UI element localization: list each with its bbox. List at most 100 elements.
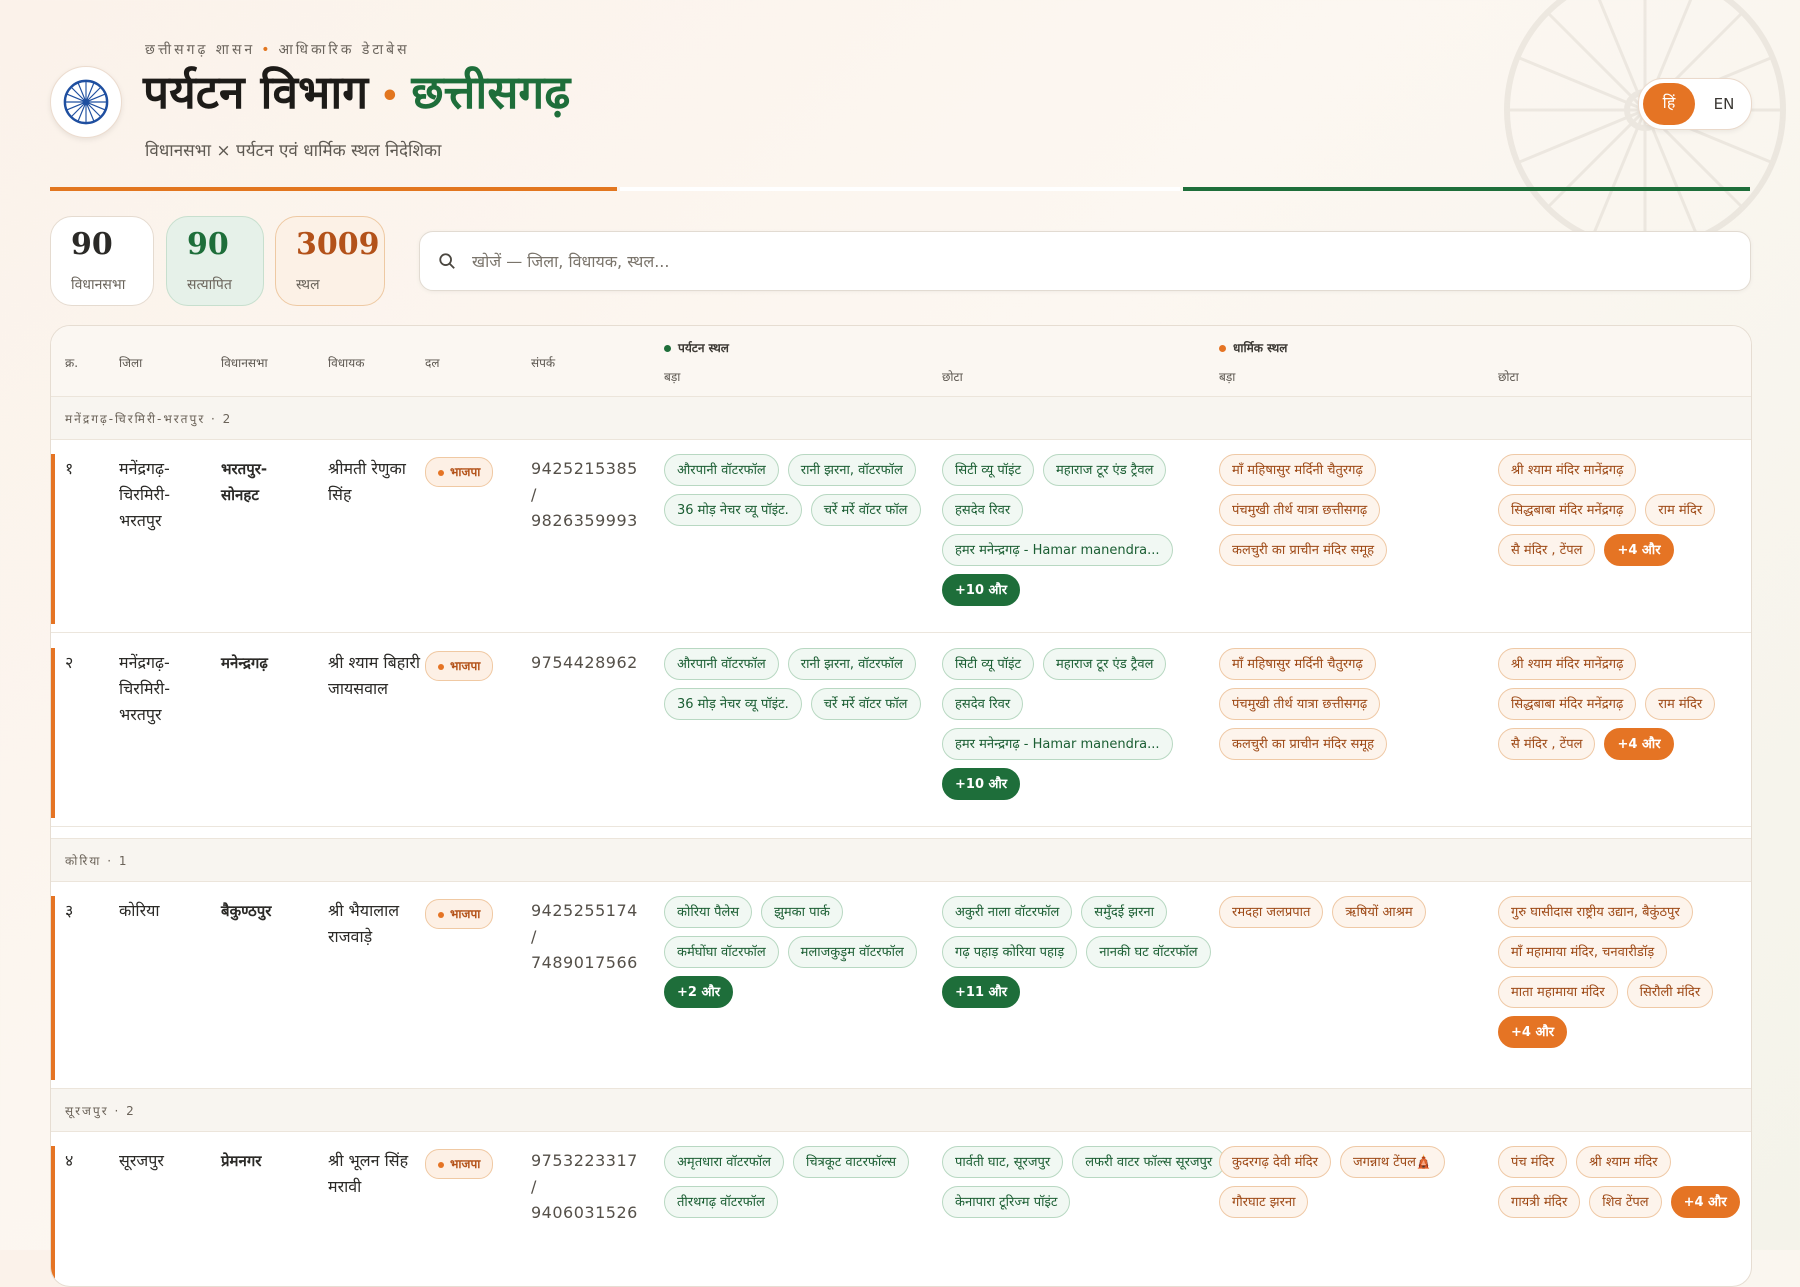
- lang-english-button[interactable]: EN: [1701, 83, 1747, 125]
- show-more-button[interactable]: +4 और: [1604, 728, 1674, 760]
- place-chip[interactable]: सै मंदिर , टेंपल: [1498, 728, 1596, 760]
- stat-verified: 90 सत्यापित: [166, 216, 264, 306]
- place-chip[interactable]: माँ महिषासुर मर्दिनी चैतुरगढ़: [1219, 648, 1376, 680]
- row-assembly: भरतपुर-सोनहट: [221, 460, 268, 504]
- place-chip[interactable]: सै मंदिर , टेंपल: [1498, 534, 1596, 566]
- place-chip[interactable]: समुँदई झरना: [1081, 896, 1168, 928]
- place-chip[interactable]: ऋषियों आश्रम: [1332, 896, 1426, 928]
- row-contact: 9425215385 / 9826359993: [531, 459, 638, 530]
- place-chip[interactable]: सिद्धबाबा मंदिर मनेंद्रगढ़: [1498, 494, 1637, 526]
- place-chip[interactable]: राम मंदिर: [1645, 688, 1716, 720]
- place-chip[interactable]: कुदरगढ़ देवी मंदिर: [1219, 1146, 1331, 1178]
- place-chip[interactable]: अकुरी नाला वॉटरफॉल: [942, 896, 1073, 928]
- place-chip[interactable]: झुमका पार्क: [761, 896, 843, 928]
- place-chip[interactable]: सिटी व्यू पॉइंट: [942, 454, 1035, 486]
- stat-label: सत्यापित: [187, 277, 232, 293]
- place-chip[interactable]: नानकी घट वॉटरफॉल: [1086, 936, 1211, 968]
- place-chip[interactable]: पंच मंदिर: [1498, 1146, 1568, 1178]
- col-group-tourism-label: पर्यटन स्थल: [678, 341, 729, 355]
- show-more-button[interactable]: +10 और: [942, 768, 1021, 800]
- place-chip[interactable]: शिव टेंपल: [1589, 1186, 1662, 1218]
- show-more-button[interactable]: +4 और: [1670, 1186, 1740, 1218]
- table-row: ३ कोरिया बैकुण्ठपुर श्री भैयालाल राजवाड़…: [51, 880, 1751, 1089]
- place-chip[interactable]: सिटी व्यू पॉइंट: [942, 648, 1035, 680]
- place-chip[interactable]: चर्रे मर्रे वॉटर फॉल: [810, 688, 921, 720]
- show-more-button[interactable]: +10 और: [942, 574, 1021, 606]
- place-chip[interactable]: गुरु घासीदास राष्ट्रीय उद्यान, बैकुंठपुर: [1498, 896, 1693, 928]
- place-chip[interactable]: कोरिया पैलेस: [664, 896, 753, 928]
- stat-value: 90: [187, 227, 229, 262]
- stat-value: 90: [71, 227, 113, 262]
- place-chip[interactable]: कर्मघोंघा वॉटरफॉल: [664, 936, 779, 968]
- row-accent-bar: [51, 648, 55, 818]
- row-mla: श्री भैयालाल राजवाड़े: [328, 901, 400, 946]
- group-label: कोरिया · 1: [65, 854, 129, 868]
- place-chip[interactable]: रानी झरना, वॉटरफॉल: [787, 454, 916, 486]
- place-chip[interactable]: महाराज टूर एंड ट्रैवल: [1043, 648, 1167, 680]
- place-chip[interactable]: श्री श्याम मंदिर: [1576, 1146, 1671, 1178]
- place-chip[interactable]: अमृतधारा वॉटरफॉल: [664, 1146, 784, 1178]
- place-chip[interactable]: पार्वती घाट, सूरजपुर: [942, 1146, 1064, 1178]
- place-chip[interactable]: सिद्धबाबा मंदिर मनेंद्रगढ़: [1498, 688, 1637, 720]
- place-chip[interactable]: सिरौली मंदिर: [1626, 976, 1714, 1008]
- place-chip[interactable]: चर्रे मर्रे वॉटर फॉल: [810, 494, 921, 526]
- place-chip[interactable]: श्री श्याम मंदिर मानेंद्रगढ़: [1498, 454, 1637, 486]
- place-chip[interactable]: गौरघाट झरना: [1219, 1186, 1309, 1218]
- place-chip[interactable]: तीरथगढ़ वॉटरफॉल: [664, 1186, 778, 1218]
- group-header[interactable]: मनेंद्रगढ़-चिरमिरी-भरतपुर · 2: [51, 396, 1751, 440]
- tricolor-green-line: [1183, 187, 1750, 191]
- page-title: पर्यटन विभाग • छत्तीसगढ़: [143, 60, 570, 122]
- tourism-big-chips: औरपानी वॉटरफॉल रानी झरना, वॉटरफॉल 36 मोड…: [664, 648, 924, 720]
- place-chip[interactable]: हसदेव रिवर: [942, 688, 1024, 720]
- place-chip[interactable]: औरपानी वॉटरफॉल: [664, 454, 779, 486]
- place-chip[interactable]: हसदेव रिवर: [942, 494, 1024, 526]
- party-badge: भाजपा: [425, 457, 494, 487]
- place-chip[interactable]: महाराज टूर एंड ट्रैवल: [1043, 454, 1167, 486]
- place-chip[interactable]: रानी झरना, वॉटरफॉल: [787, 648, 916, 680]
- place-chip[interactable]: माँ महामाया मंदिर, चनवारीडॉड़: [1498, 936, 1668, 968]
- place-chip[interactable]: पंचमुखी तीर्थ यात्रा छत्तीसगढ़: [1219, 494, 1381, 526]
- place-chip[interactable]: माँ महिषासुर मर्दिनी चैतुरगढ़: [1219, 454, 1376, 486]
- row-mla: श्रीमती रेणुका सिंह: [328, 459, 406, 504]
- lang-hindi-button[interactable]: हिं: [1643, 83, 1695, 125]
- row-serial: ४: [65, 1151, 74, 1170]
- search-input[interactable]: [470, 244, 1714, 278]
- place-chip[interactable]: रमदहा जलप्रपात: [1219, 896, 1324, 928]
- place-chip[interactable]: 36 मोड़ नेचर व्यू पॉइंट.: [664, 494, 802, 526]
- place-chip[interactable]: मलाजकुड़ुम वॉटरफॉल: [787, 936, 917, 968]
- stat-assemblies: 90 विधानसभा: [50, 216, 154, 306]
- place-chip[interactable]: औरपानी वॉटरफॉल: [664, 648, 779, 680]
- place-chip[interactable]: गायत्री मंदिर: [1498, 1186, 1581, 1218]
- stat-label: विधानसभा: [71, 277, 126, 293]
- place-chip[interactable]: कलचुरी का प्राचीन मंदिर समूह: [1219, 534, 1388, 566]
- tricolor-white-line: [620, 187, 1180, 191]
- place-chip[interactable]: माता महामाया मंदिर: [1498, 976, 1618, 1008]
- show-more-button[interactable]: +2 और: [664, 976, 734, 1008]
- place-chip[interactable]: लफरी वाटर फॉल्स सूरजपुर: [1072, 1146, 1226, 1178]
- place-chip[interactable]: कलचुरी का प्राचीन मंदिर समूह: [1219, 728, 1388, 760]
- place-chip[interactable]: केनापारा टूरिज्म पॉइंट: [942, 1186, 1071, 1218]
- col-tourism-small: छोटा: [942, 370, 963, 384]
- place-chip[interactable]: श्री श्याम मंदिर मानेंद्रगढ़: [1498, 648, 1637, 680]
- group-header[interactable]: सूरजपुर · 2: [51, 1088, 1751, 1132]
- ashoka-chakra-icon: [63, 79, 109, 125]
- row-assembly: मनेन्द्रगढ़: [221, 654, 268, 672]
- show-more-button[interactable]: +4 और: [1498, 1016, 1568, 1048]
- place-chip[interactable]: जगन्नाथ टेंपल🛕: [1339, 1146, 1446, 1178]
- place-chip[interactable]: चित्रकूट वाटरफॉल्स: [792, 1146, 910, 1178]
- search-icon: [439, 253, 455, 269]
- place-chip[interactable]: राम मंदिर: [1645, 494, 1716, 526]
- show-more-button[interactable]: +4 और: [1604, 534, 1674, 566]
- emblem-logo: [50, 66, 122, 138]
- religious-small-chips: श्री श्याम मंदिर मानेंद्रगढ़ सिद्धबाबा म…: [1498, 454, 1748, 566]
- row-assembly: प्रेमनगर: [221, 1152, 262, 1170]
- row-mla: श्री भूलन सिंह मरावी: [328, 1151, 409, 1196]
- row-accent-bar: [51, 896, 55, 1080]
- show-more-button[interactable]: +11 और: [942, 976, 1021, 1008]
- place-chip[interactable]: पंचमुखी तीर्थ यात्रा छत्तीसगढ़: [1219, 688, 1381, 720]
- group-header[interactable]: कोरिया · 1: [51, 838, 1751, 882]
- place-chip[interactable]: हमर मनेन्द्रगढ़ - Hamar manendra...: [942, 534, 1173, 566]
- place-chip[interactable]: गढ़ पहाड़ कोरिया पहाड़: [942, 936, 1078, 968]
- place-chip[interactable]: 36 मोड़ नेचर व्यू पॉइंट.: [664, 688, 802, 720]
- place-chip[interactable]: हमर मनेन्द्रगढ़ - Hamar manendra...: [942, 728, 1173, 760]
